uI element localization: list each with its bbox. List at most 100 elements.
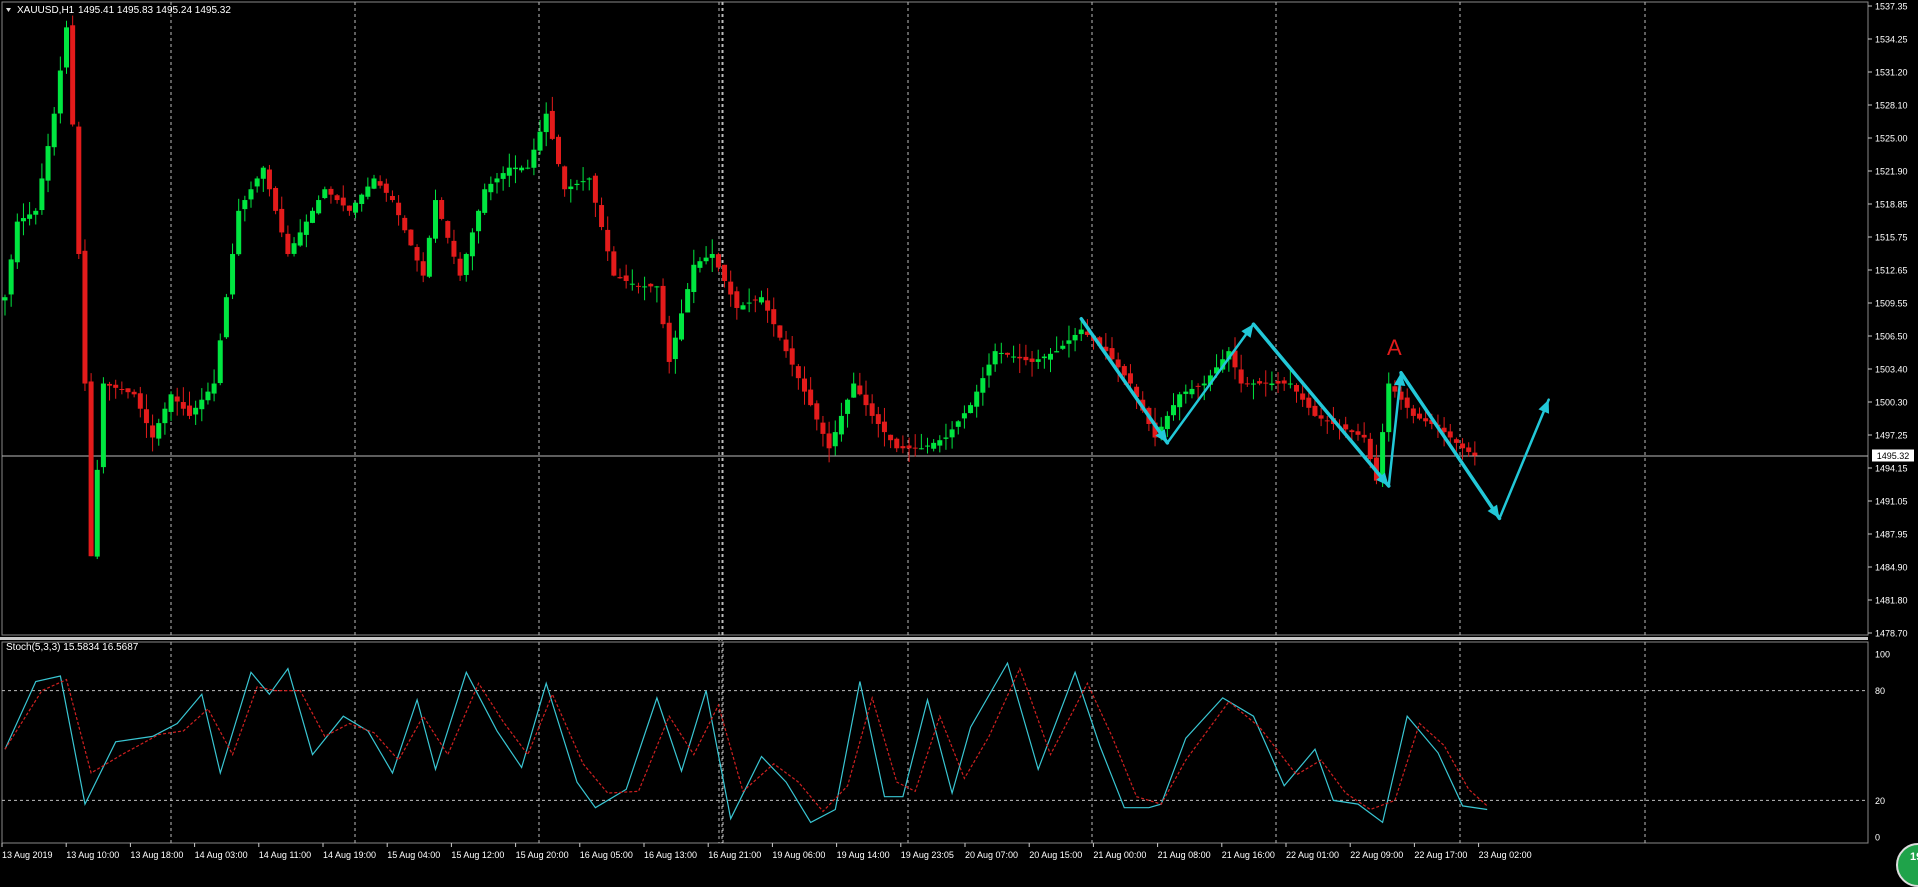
candle-body (1041, 356, 1047, 359)
candle-body (666, 322, 672, 362)
candle-body (845, 399, 851, 414)
candle-body (918, 448, 924, 450)
candle-body (402, 217, 408, 231)
candle-body (925, 445, 930, 447)
candle-body (211, 383, 217, 394)
candle-body (1060, 345, 1066, 349)
candle-body (476, 210, 482, 232)
candle-body (20, 218, 26, 222)
price-tick-label: 1525.00 (1875, 134, 1908, 144)
candle-body (346, 205, 352, 211)
current-price-label: 1495.32 (1877, 451, 1910, 461)
candle-body (795, 366, 801, 379)
candle-body (426, 237, 432, 277)
candle-body (334, 195, 340, 201)
candle-body (1404, 397, 1410, 408)
candle-body (1287, 383, 1293, 385)
price-tick-label: 1528.10 (1875, 101, 1908, 111)
candle-body (1275, 381, 1281, 384)
candle-body (525, 167, 531, 169)
candle-body (1472, 452, 1478, 456)
candle-body (1121, 366, 1127, 376)
time-tick-label: 20 Aug 15:00 (1029, 850, 1082, 860)
candle-body (771, 309, 777, 325)
symbol-label: XAUUSD,H1 (17, 5, 75, 16)
panel-separator[interactable] (0, 637, 1868, 640)
time-tick-label: 15 Aug 20:00 (516, 850, 569, 860)
stoch-axis-label: 0 (1875, 833, 1880, 843)
price-tick-label: 1497.25 (1875, 431, 1908, 441)
candle (426, 235, 432, 279)
time-tick-label: 16 Aug 21:00 (708, 850, 761, 860)
candle-body (506, 167, 512, 176)
candle-body (340, 197, 346, 206)
candle-body (1177, 394, 1183, 408)
time-tick-label: 13 Aug 10:00 (66, 850, 119, 860)
candle-body (64, 27, 69, 68)
candle-body (1183, 391, 1189, 394)
candle-body (1054, 351, 1060, 353)
stoch-axis-label: 20 (1875, 796, 1885, 806)
candle-body (512, 167, 518, 170)
candle-body (353, 202, 359, 213)
candle-body (777, 325, 783, 338)
candle-body (592, 175, 598, 203)
candle-body (734, 291, 740, 308)
candle-body (531, 149, 537, 168)
candle-body (1386, 383, 1392, 433)
candle-body (654, 286, 660, 288)
candle-body (187, 405, 192, 416)
candle-body (1312, 405, 1318, 416)
current-price-tag: 1495.32 (1872, 449, 1914, 462)
candle-body (1355, 431, 1361, 435)
price-tick-label: 1531.20 (1875, 68, 1908, 78)
time-tick-label: 23 Aug 02:00 (1479, 850, 1532, 860)
candle-body (998, 352, 1004, 354)
candle-body (562, 166, 568, 190)
candle-body (242, 200, 248, 210)
candle-body (322, 189, 328, 199)
candle (408, 229, 414, 247)
candle-body (230, 254, 236, 295)
candle-body (1361, 434, 1367, 438)
candle (439, 197, 445, 221)
price-tick-label: 1512.65 (1875, 266, 1908, 276)
candle-body (82, 250, 88, 384)
candle-body (297, 232, 303, 246)
candle-body (660, 285, 666, 325)
time-tick-label: 13 Aug 18:00 (130, 850, 183, 860)
price-tick-label: 1534.25 (1875, 35, 1908, 45)
candle-body (752, 299, 758, 301)
candle-body (94, 469, 100, 557)
candle-body (986, 364, 992, 376)
candle-body (1189, 388, 1195, 395)
price-tick-label: 1487.95 (1875, 530, 1908, 540)
candle-body (1343, 424, 1349, 430)
candle (14, 213, 20, 269)
candle-body (236, 210, 242, 255)
time-tick-label: 20 Aug 07:00 (965, 850, 1018, 860)
candle-body (1115, 359, 1121, 368)
candle-body (285, 233, 291, 255)
candle-body (396, 202, 402, 216)
stoch-axis-label: 80 (1875, 686, 1885, 696)
candle-body (445, 221, 451, 238)
candle-body (635, 285, 641, 287)
candle-body (1017, 356, 1023, 359)
candle-body (574, 183, 580, 186)
chart-canvas[interactable]: 1537.35 1534.25 1531.20 1528.10 1525.00 1521.… (0, 0, 1918, 865)
candle-body (838, 415, 844, 435)
candle-body (359, 194, 365, 204)
price-tick-label: 1484.90 (1875, 563, 1908, 573)
candle-body (623, 275, 629, 281)
candle-body (279, 208, 285, 233)
candle-body (39, 178, 45, 211)
ohlc-readout: 1495.41 1495.83 1495.24 1495.32 (78, 5, 231, 16)
candle-body (814, 403, 820, 420)
candle-body (648, 283, 654, 287)
candle-body (1324, 420, 1330, 422)
candle-body (820, 422, 826, 434)
candle-body (543, 113, 549, 133)
candle (273, 186, 279, 215)
trading-chart[interactable]: 1537.35 1534.25 1531.20 1528.10 1525.00 1521.… (0, 0, 1918, 887)
